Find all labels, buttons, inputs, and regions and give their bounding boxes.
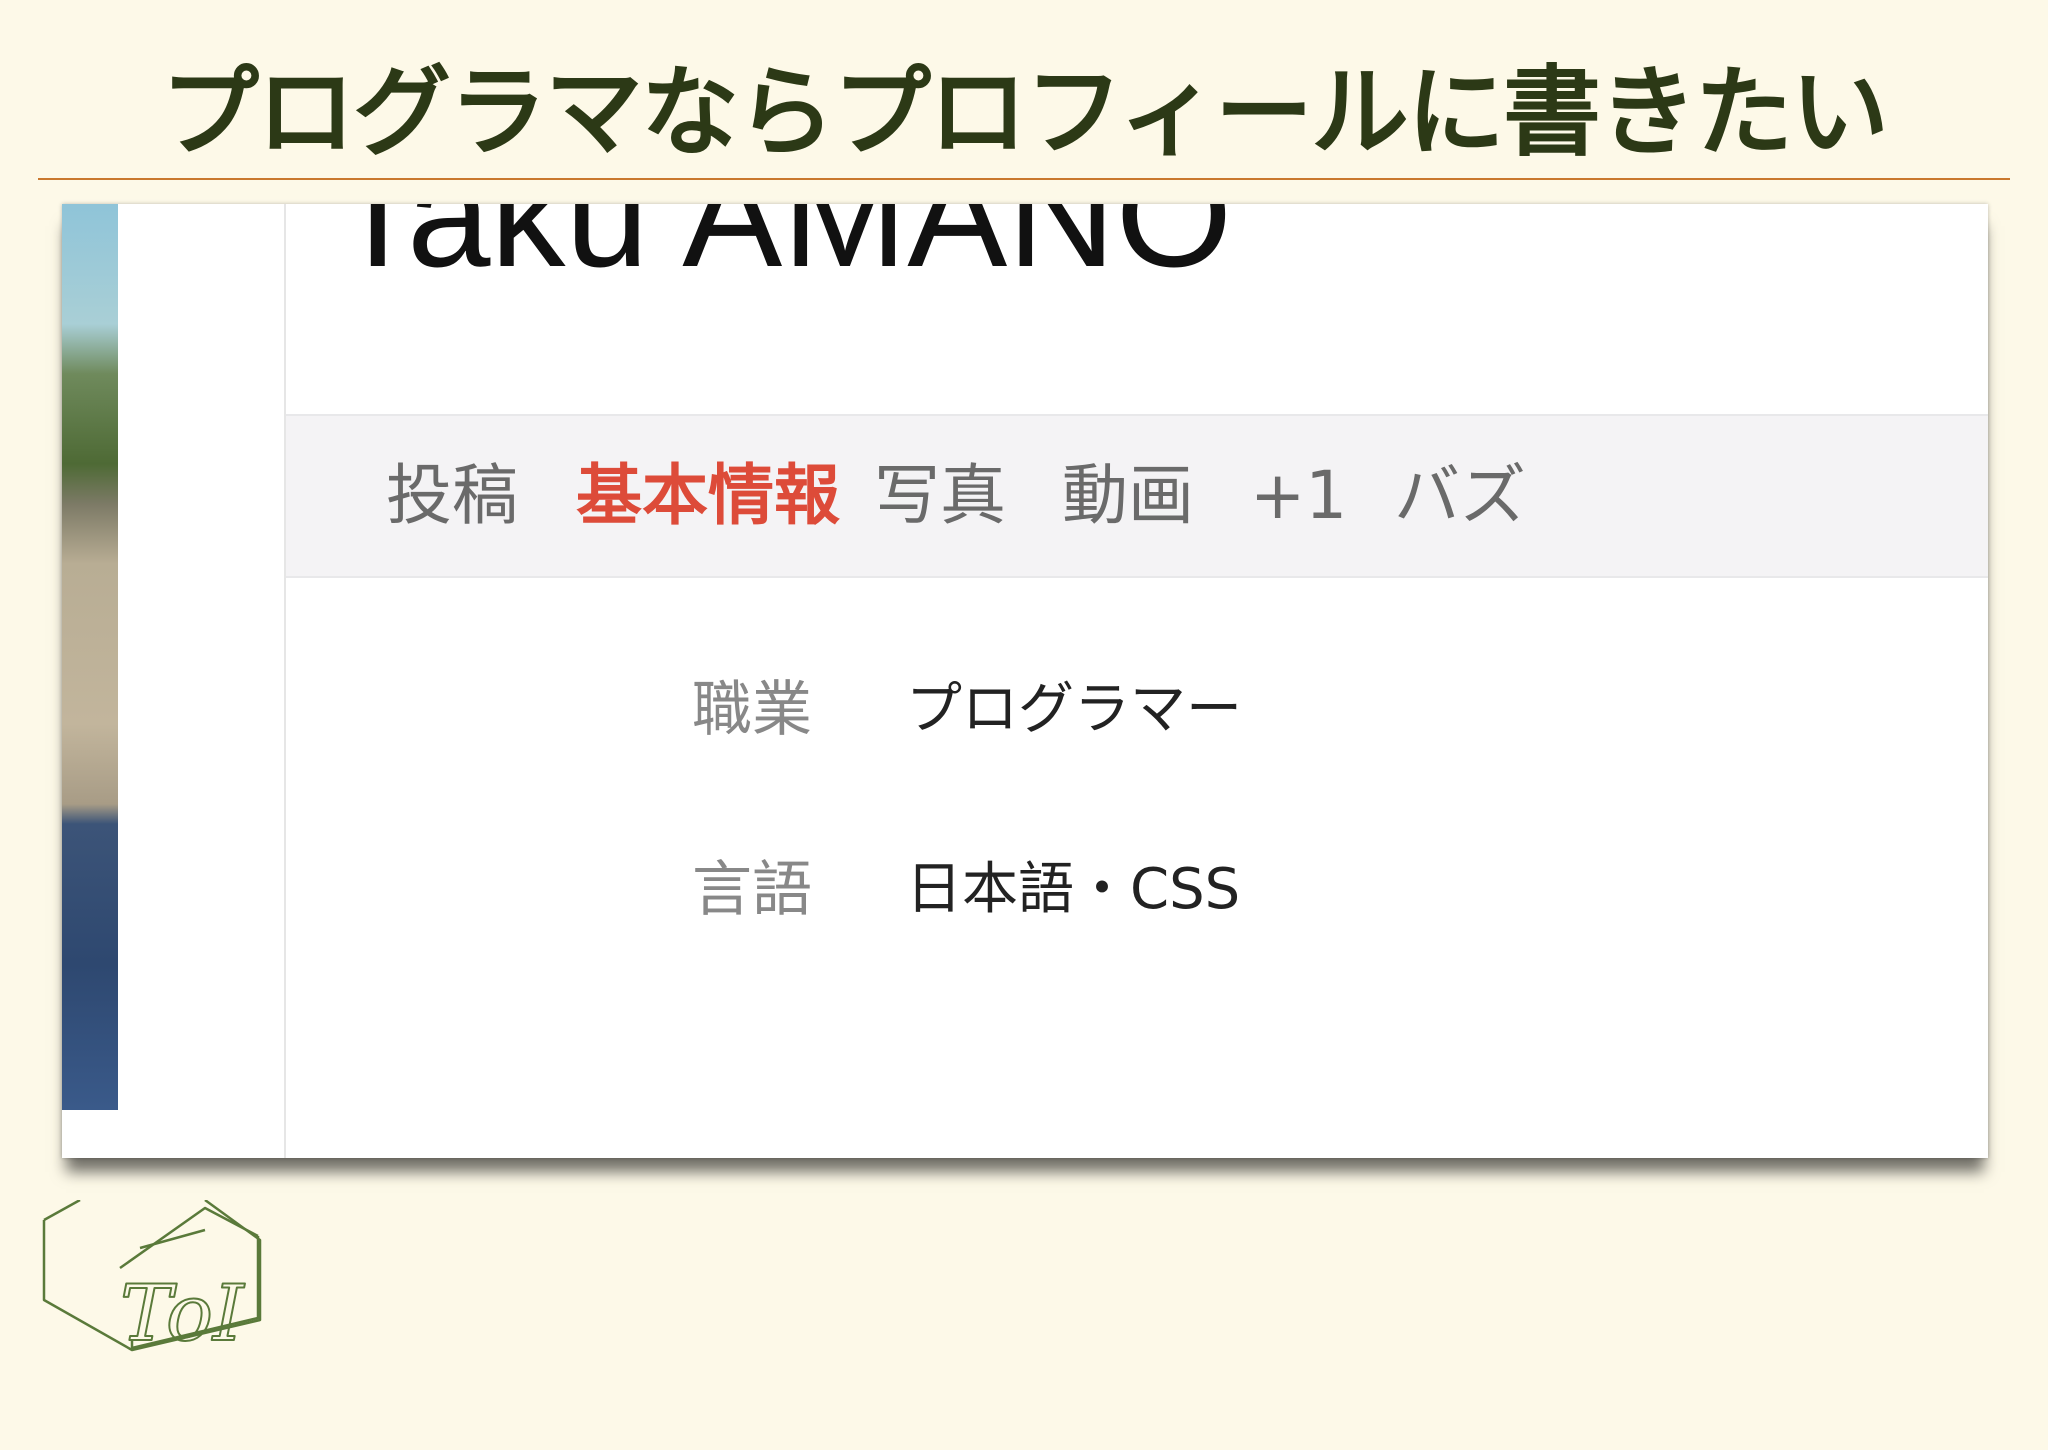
sidebar-gutter [118,204,284,1158]
house-cube-logo-icon: ToI [40,1198,270,1430]
tab-videos[interactable]: 動画 [1062,416,1194,576]
gutter-divider [284,204,286,1158]
tab-buzz[interactable]: バズ [1394,416,1526,576]
profile-screenshot: Taku AMANO 投稿 基本情報 写真 動画 +1 バズ 職業 プログラマー… [62,204,1988,1158]
profile-name: Taku AMANO [332,204,1233,298]
occupation-value: プログラマー [906,677,1242,742]
language-label: 言語 [692,855,812,925]
profile-photo [62,204,118,1110]
occupation-label: 職業 [692,675,812,745]
tab-about[interactable]: 基本情報 [576,416,840,576]
title-divider [38,178,2010,180]
tab-posts[interactable]: 投稿 [386,416,518,576]
language-value: 日本語・CSS [906,857,1241,922]
profile-tab-bar: 投稿 基本情報 写真 動画 +1 バズ [286,414,1988,578]
logo-text: ToI [120,1269,246,1359]
tab-photos[interactable]: 写真 [874,416,1006,576]
slide-title: プログラマならプロフィールに書きたい [160,56,1889,170]
tab-plus-one[interactable]: +1 [1250,416,1347,576]
